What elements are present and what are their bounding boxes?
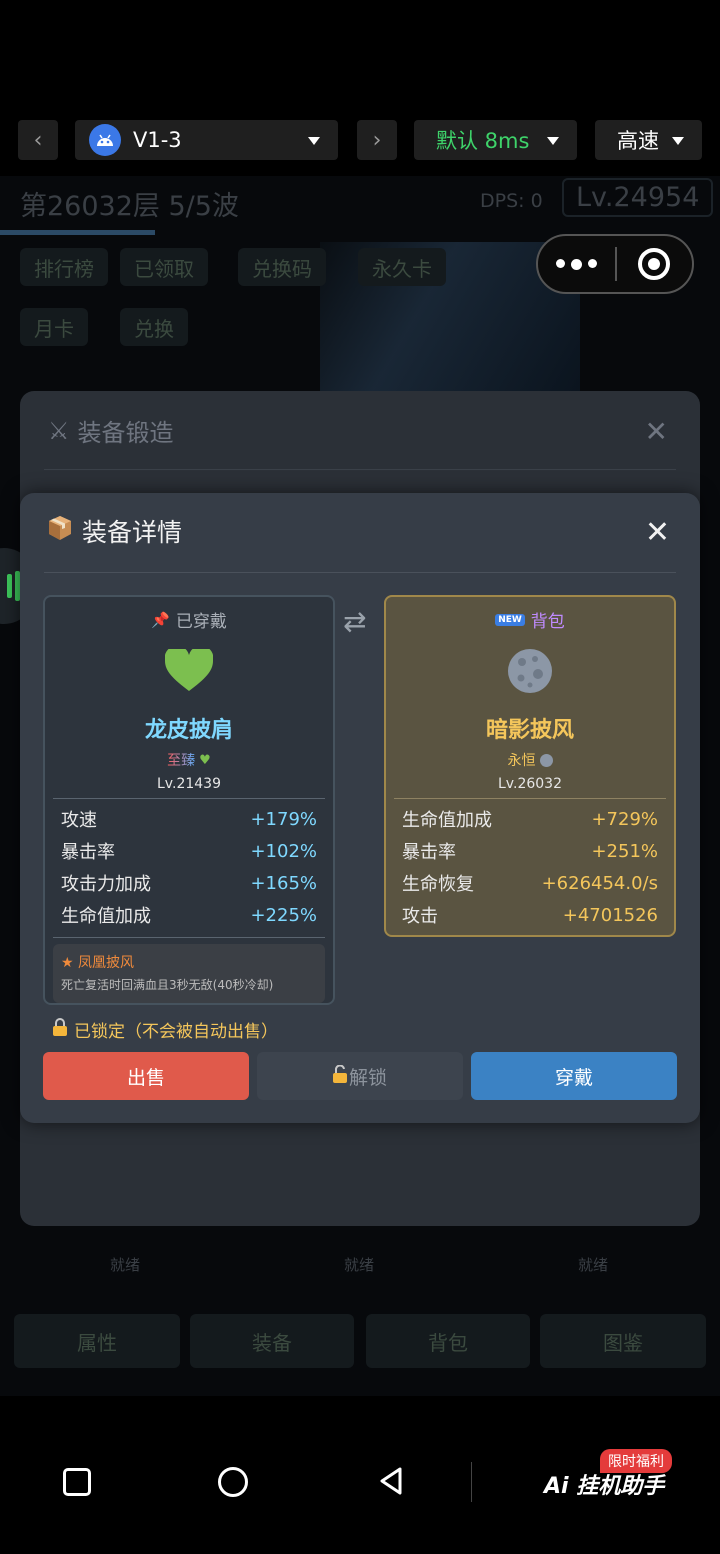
floor-label: 第26032层 5/5波: [20, 191, 239, 222]
gray-orb-icon: [539, 753, 553, 767]
stat-row: 暴击率 +102%: [61, 840, 317, 864]
permanent-card-button[interactable]: 永久卡: [358, 248, 446, 286]
slot-state: 就绪: [344, 1256, 375, 1274]
redeem-code-button[interactable]: 兑换码: [238, 248, 326, 286]
speed-selector[interactable]: 高速: [595, 120, 702, 160]
locked-status: 已锁定（不会被自动出售）: [52, 1017, 278, 1042]
claimed-button[interactable]: 已领取: [120, 248, 208, 286]
new-badge-icon: NEW: [495, 613, 525, 626]
chevron-down-icon: [672, 137, 684, 145]
skill-box: ★ 凤凰披风 死亡复活时回满血且3秒无敌(40秒冷却): [53, 944, 325, 1003]
chevron-down-icon: [547, 137, 559, 145]
stat-row: 攻击 +4701526: [402, 904, 658, 928]
pin-icon: 📌: [151, 610, 170, 629]
stat-row: 生命值加成 +225%: [61, 904, 317, 928]
miniprogram-capsule: [536, 234, 694, 294]
dps-label: DPS: 0: [480, 190, 543, 212]
tab-equipment[interactable]: 装备: [190, 1314, 354, 1368]
exchange-button[interactable]: 兑换: [120, 308, 188, 346]
recents-icon[interactable]: [63, 1468, 91, 1496]
forge-title: ⚔ 装备锻造: [48, 416, 174, 448]
prev-device-button[interactable]: ‹: [18, 120, 58, 160]
unlock-icon: [332, 1064, 347, 1088]
promo-badge[interactable]: 限时福利: [600, 1449, 672, 1473]
wear-button[interactable]: 穿戴: [471, 1052, 677, 1100]
device-name: V1-3: [133, 128, 182, 152]
next-device-button[interactable]: ›: [357, 120, 397, 160]
bag-level: Lv.26032: [498, 776, 562, 792]
speed-label: 高速: [617, 129, 659, 153]
swap-icon: ⇄: [343, 605, 367, 638]
moon-icon: [386, 636, 674, 706]
equipped-tag: 已穿戴: [175, 612, 227, 632]
tab-bag[interactable]: 背包: [366, 1314, 530, 1368]
bag-tag: 背包: [530, 612, 565, 632]
package-icon: [48, 515, 72, 547]
android-nav-bar: Ai 挂机助手 限时福利: [0, 1440, 720, 1524]
stat-row: 攻速 +179%: [61, 808, 317, 832]
progress-bar: [0, 230, 155, 235]
equipment-detail-modal: 装备详情 ✕ 📌 已穿戴 龙皮披肩 至臻 ♥ Lv.21439 攻速 +179% …: [20, 493, 700, 1123]
equipped-rarity: 至臻: [167, 750, 195, 770]
stat-row: 生命恢复 +626454.0/s: [402, 872, 658, 896]
unlock-button[interactable]: 解锁: [257, 1052, 463, 1100]
stat-row: 生命值加成 +729%: [402, 808, 658, 832]
forge-close-icon[interactable]: ✕: [645, 415, 668, 448]
lock-icon: [52, 1018, 68, 1041]
equipped-item-name: 龙皮披肩: [144, 718, 233, 743]
back-icon[interactable]: [378, 1466, 404, 1500]
stat-row: 攻击力加成 +165%: [61, 872, 317, 896]
tab-codex[interactable]: 图鉴: [540, 1314, 706, 1368]
unlock-label: 解锁: [348, 1066, 387, 1089]
skill-description: 死亡复活时回满血且3秒无敌(40秒冷却): [61, 978, 274, 992]
detail-close-icon[interactable]: ✕: [645, 515, 670, 550]
bag-rarity: 永恒: [507, 753, 536, 769]
slot-state: 就绪: [110, 1256, 141, 1274]
equipped-item-card[interactable]: 📌 已穿戴 龙皮披肩 至臻 ♥ Lv.21439 攻速 +179% 暴击率 +102…: [43, 595, 335, 1005]
home-icon[interactable]: [218, 1467, 248, 1497]
network-label: 默认 8ms: [436, 129, 530, 153]
bag-item-name: 暗影披风: [485, 718, 574, 743]
android-icon: [89, 124, 121, 156]
close-miniprogram-icon[interactable]: [617, 248, 692, 280]
detail-title: 装备详情: [48, 513, 182, 549]
heart-icon: [45, 636, 333, 706]
sell-button[interactable]: 出售: [43, 1052, 249, 1100]
stat-row: 暴击率 +251%: [402, 840, 658, 864]
chevron-down-icon: [308, 137, 320, 145]
skill-name: ★ 凤凰披风: [61, 955, 135, 971]
network-selector[interactable]: 默认 8ms: [414, 120, 577, 160]
bag-item-card[interactable]: NEW 背包 暗影披风 永恒 Lv.26032 生命值加成 +729% 暴击率 +2…: [384, 595, 676, 937]
equipped-level: Lv.21439: [157, 776, 221, 792]
emulator-toolbar: ‹ V1-3 › 默认 8ms 高速: [0, 120, 720, 162]
device-selector[interactable]: V1-3: [75, 120, 338, 160]
tab-attributes[interactable]: 属性: [14, 1314, 180, 1368]
slot-state: 就绪: [578, 1256, 609, 1274]
level-label: Lv.24954: [562, 178, 714, 217]
leaderboard-button[interactable]: 排行榜: [20, 248, 108, 286]
more-menu-icon[interactable]: [538, 258, 615, 270]
month-card-button[interactable]: 月卡: [20, 308, 88, 346]
green-heart-icon: ♥: [199, 752, 211, 768]
crossed-swords-icon: ⚔: [48, 416, 70, 445]
